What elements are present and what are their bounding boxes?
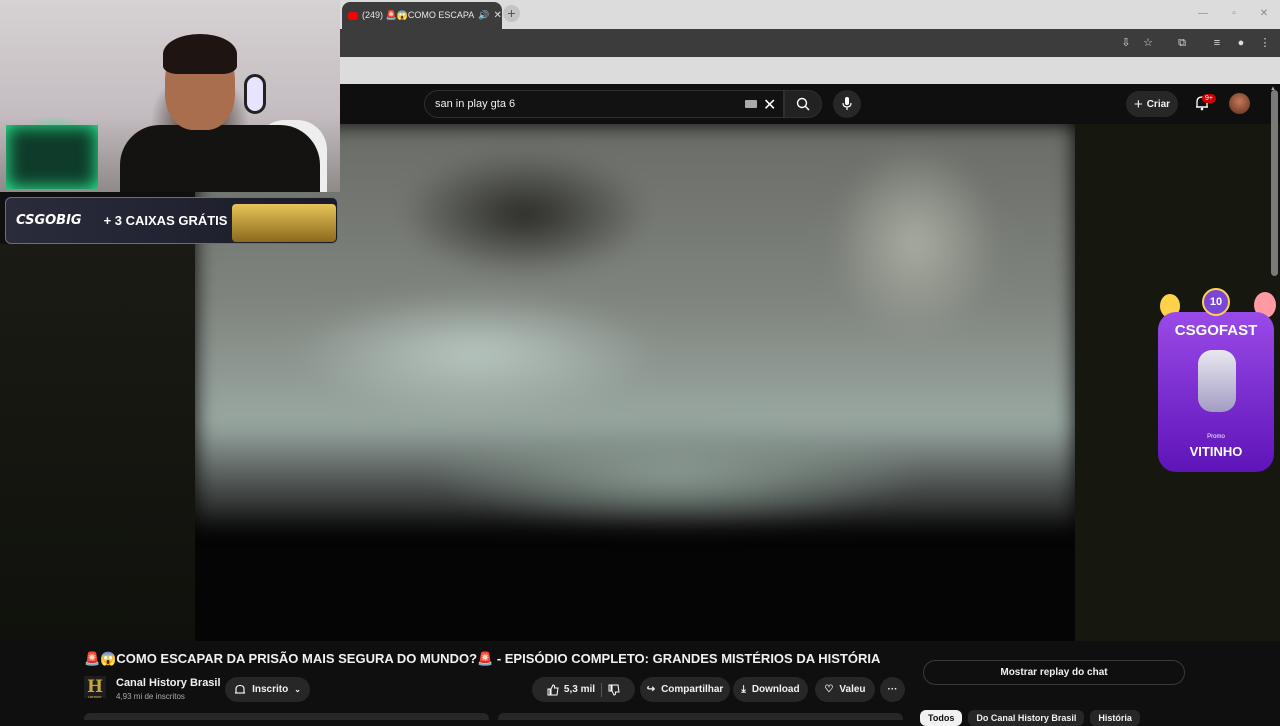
- speaker-icon[interactable]: 🔊: [478, 10, 489, 21]
- channel-avatar[interactable]: H HISTORY: [84, 676, 106, 699]
- voice-search-button[interactable]: [833, 90, 861, 118]
- thanks-label: Valeu: [839, 684, 866, 695]
- like-button[interactable]: 5,3 mil: [547, 683, 596, 696]
- channel-logo-letter: H: [86, 677, 104, 697]
- csgofast-badge: 10: [1202, 288, 1230, 316]
- search-input[interactable]: san in play gta 6: [424, 90, 784, 118]
- bookmark-star-icon[interactable]: ☆: [1141, 36, 1155, 50]
- channel-logo-subtext: HISTORY: [88, 695, 102, 699]
- create-button[interactable]: + Criar: [1126, 91, 1178, 117]
- minimize-button[interactable]: —: [1195, 6, 1211, 22]
- channel-name[interactable]: Canal History Brasil: [116, 677, 221, 689]
- chevron-down-icon: ⌄: [294, 685, 301, 694]
- user-avatar[interactable]: [1229, 93, 1250, 114]
- subscribe-label: Inscrito: [252, 684, 289, 695]
- page-scrollbar[interactable]: [1271, 90, 1278, 276]
- more-actions-button[interactable]: ···: [880, 677, 905, 702]
- chip-all[interactable]: Todos: [920, 710, 963, 726]
- csgofast-title: CSGOFAST: [1174, 322, 1258, 339]
- csgobig-logo: CSGOBIG: [16, 213, 82, 228]
- chat-replay-label: Mostrar replay do chat: [1000, 667, 1108, 678]
- keyboard-icon[interactable]: [745, 100, 757, 108]
- download-button[interactable]: ⤓ Download: [733, 677, 808, 702]
- more-icon: ···: [887, 684, 898, 695]
- dislike-button[interactable]: [608, 684, 620, 696]
- address-bar[interactable]: [340, 29, 1280, 57]
- pc-case-glow: [6, 125, 98, 189]
- csgobig-offer: + 3 CAIXAS GRÁTIS: [103, 213, 228, 228]
- plus-icon: +: [1133, 95, 1143, 113]
- clear-search-icon[interactable]: ✕: [763, 95, 776, 115]
- heart-dollar-icon: ♡: [824, 684, 834, 695]
- thumbs-down-icon: [608, 684, 620, 696]
- thumbs-up-icon: [547, 683, 559, 695]
- tab-close-icon[interactable]: ✕: [494, 10, 502, 21]
- download-label: Download: [751, 684, 800, 695]
- chip-from-channel[interactable]: Do Canal History Brasil: [968, 710, 1085, 726]
- browser-tab[interactable]: (249) 🚨😱COMO ESCAPA 🔊 ✕: [342, 2, 502, 29]
- search-icon: [796, 97, 810, 111]
- share-icon: ↪: [646, 684, 656, 695]
- csgofast-overlay: 10 CSGOFAST Promo VITINHO: [1158, 288, 1276, 476]
- close-window-button[interactable]: ✕: [1256, 6, 1272, 22]
- microphone-icon: [842, 97, 852, 110]
- extensions-icon[interactable]: ⧉: [1175, 36, 1189, 50]
- youtube-favicon-icon: [348, 11, 358, 20]
- comments-box[interactable]: [498, 713, 903, 720]
- description-box[interactable]: [84, 713, 489, 720]
- tab-title: (249) 🚨😱COMO ESCAPA: [362, 10, 475, 20]
- streamer-hair: [163, 34, 237, 74]
- show-chat-replay-button[interactable]: Mostrar replay do chat: [923, 660, 1185, 685]
- share-button[interactable]: ↪ Compartilhar: [640, 677, 730, 702]
- csgofast-promo-label: Promo: [1207, 434, 1225, 440]
- thanks-button[interactable]: ♡ Valeu: [815, 677, 875, 702]
- video-title: 🚨😱COMO ESCAPAR DA PRISÃO MAIS SEGURA DO …: [84, 651, 881, 666]
- maximize-button[interactable]: ▫: [1226, 6, 1242, 22]
- create-label: Criar: [1146, 98, 1171, 110]
- bell-icon: [235, 684, 246, 694]
- treasure-chest-icon: [232, 204, 336, 242]
- subscribe-button[interactable]: Inscrito ⌄: [225, 677, 310, 702]
- csgofast-code: VITINHO: [1189, 444, 1243, 459]
- like-dislike-group: 5,3 mil: [532, 677, 635, 702]
- download-icon: ⤓: [741, 684, 746, 695]
- notifications-badge: 9+: [1202, 94, 1216, 103]
- webcam-overlay: [0, 0, 340, 192]
- channel-subscribers: 4,93 mi de inscritos: [116, 692, 185, 701]
- headset-icon: [244, 74, 266, 114]
- new-tab-button[interactable]: +: [503, 5, 520, 22]
- share-label: Compartilhar: [661, 684, 724, 695]
- bookmarks-bar: [340, 57, 1280, 84]
- video-side-area-left: [0, 244, 195, 641]
- like-count: 5,3 mil: [563, 684, 596, 695]
- related-filter-chips: Todos Do Canal History Brasil História: [920, 710, 1140, 726]
- chip-history[interactable]: História: [1090, 710, 1140, 726]
- streamer-body: [120, 125, 320, 192]
- browser-menu-icon[interactable]: ⋮: [1258, 36, 1272, 50]
- search-button[interactable]: [784, 90, 822, 118]
- search-query: san in play gta 6: [435, 98, 516, 110]
- media-controls-icon[interactable]: ≡: [1210, 36, 1224, 50]
- profile-icon[interactable]: ●: [1234, 36, 1248, 50]
- like-divider: [601, 682, 603, 697]
- glove-icon: [1198, 350, 1236, 412]
- install-app-icon[interactable]: ⇩: [1119, 36, 1133, 50]
